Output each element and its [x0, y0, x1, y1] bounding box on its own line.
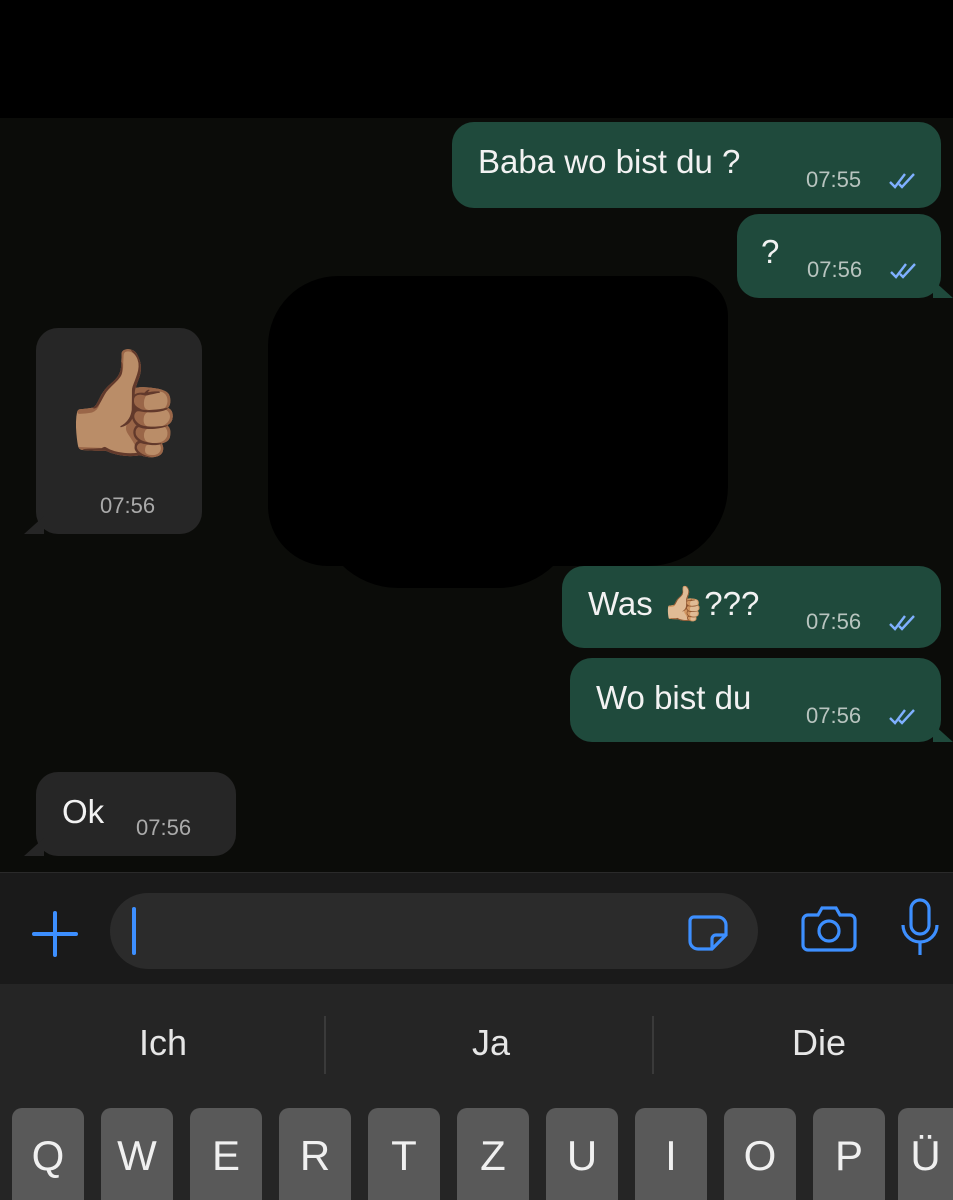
key-z[interactable]: Z	[457, 1108, 529, 1200]
message-text-before: Was	[588, 585, 662, 622]
microphone-icon[interactable]	[898, 897, 942, 959]
message-incoming[interactable]: 👍🏽 07:56	[36, 328, 202, 534]
sticker-icon[interactable]	[686, 913, 730, 953]
message-time: 07:56	[100, 493, 156, 518]
keyboard: Ich Ja Die Q W E R T Z U I O P Ü	[0, 984, 953, 1200]
message-text: Baba wo bist du ?	[478, 143, 741, 180]
key-q[interactable]: Q	[12, 1108, 84, 1200]
bubble-tail	[24, 838, 44, 856]
thumbs-up-emoji: 👍🏽	[58, 345, 188, 461]
message-outgoing[interactable]: Baba wo bist du ? 07:55	[452, 122, 941, 208]
read-ticks-icon	[889, 173, 915, 189]
camera-icon[interactable]	[800, 903, 858, 953]
key-o[interactable]: O	[724, 1108, 796, 1200]
read-ticks-icon	[889, 615, 915, 631]
message-input[interactable]	[110, 893, 758, 969]
suggestion-divider	[324, 1016, 326, 1074]
message-outgoing[interactable]: ? 07:56	[737, 214, 941, 298]
suggestion-1[interactable]: Ich	[108, 1022, 218, 1064]
message-time: 07:56	[806, 609, 862, 634]
redaction-overlay-lower	[318, 448, 578, 588]
message-time: 07:56	[807, 257, 863, 282]
bubble-tail	[933, 280, 953, 298]
composer-bar	[0, 872, 953, 985]
message-time: 07:56	[806, 703, 862, 728]
key-t[interactable]: T	[368, 1108, 440, 1200]
suggestion-3[interactable]: Die	[764, 1022, 874, 1064]
key-p[interactable]: P	[813, 1108, 885, 1200]
message-text: Was 👍🏼???	[588, 585, 760, 623]
key-w[interactable]: W	[101, 1108, 173, 1200]
key-e[interactable]: E	[190, 1108, 262, 1200]
message-incoming[interactable]: Ok 07:56	[36, 772, 236, 856]
text-caret	[132, 907, 136, 955]
read-ticks-icon	[889, 709, 915, 725]
suggestion-divider	[652, 1016, 654, 1074]
message-text: ?	[761, 233, 780, 270]
plus-icon[interactable]	[30, 909, 80, 959]
thumbs-up-emoji: 👍🏼	[661, 585, 705, 623]
key-u-umlaut[interactable]: Ü	[898, 1108, 953, 1200]
message-time: 07:56	[136, 815, 192, 840]
bubble-tail	[933, 724, 953, 742]
key-r[interactable]: R	[279, 1108, 351, 1200]
chat-area[interactable]: Baba wo bist du ? 07:55 ? 07:56 👍🏽 07:56	[0, 118, 953, 872]
message-text-after: ???	[704, 585, 760, 622]
suggestion-2[interactable]: Ja	[436, 1022, 546, 1064]
key-u[interactable]: U	[546, 1108, 618, 1200]
chat-screen: Baba wo bist du ? 07:55 ? 07:56 👍🏽 07:56	[0, 0, 953, 1200]
message-time: 07:55	[806, 167, 862, 192]
message-text: Ok	[62, 793, 105, 830]
bubble-tail	[24, 516, 44, 534]
message-outgoing[interactable]: Wo bist du 07:56	[570, 658, 941, 742]
top-bar	[0, 0, 953, 118]
key-i[interactable]: I	[635, 1108, 707, 1200]
message-outgoing[interactable]: Was 👍🏼??? 07:56	[562, 566, 941, 648]
read-ticks-icon	[890, 263, 916, 279]
message-text: Wo bist du	[596, 679, 752, 716]
